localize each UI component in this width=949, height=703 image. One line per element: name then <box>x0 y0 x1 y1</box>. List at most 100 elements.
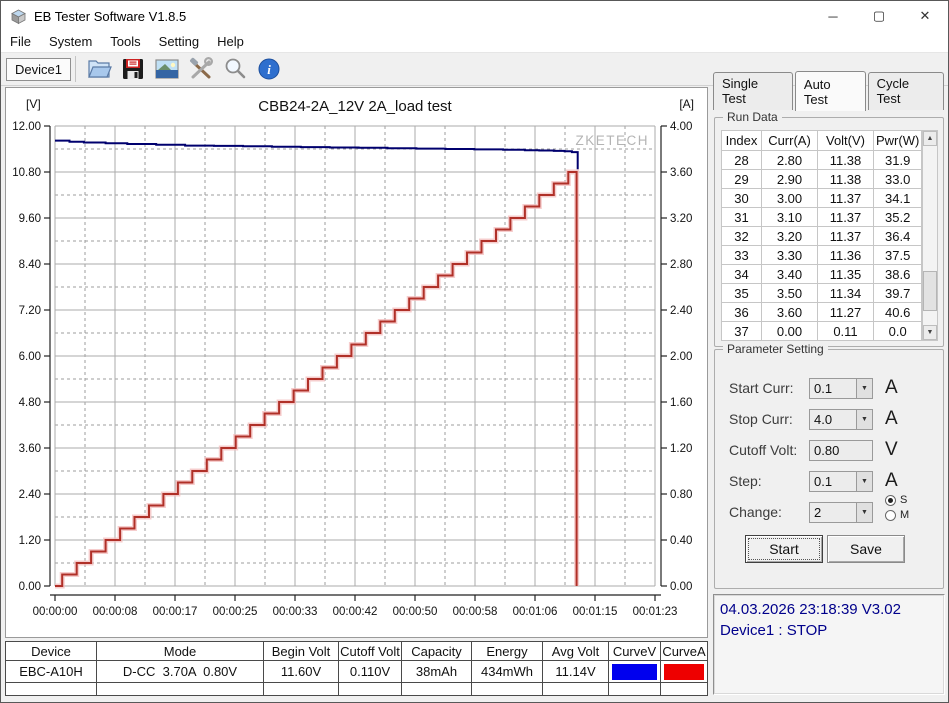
run-data-table: Index Curr(A) Volt(V) Pwr(W) 282.8011.38… <box>721 130 922 341</box>
run-data-scrollbar[interactable]: ▲ ▼ <box>922 130 938 341</box>
test-mode-tabs: Single Test Auto Test Cycle Test <box>713 88 946 110</box>
svg-text:3.20: 3.20 <box>670 213 692 225</box>
scroll-down-icon[interactable]: ▼ <box>923 325 937 340</box>
run-data-row[interactable]: 292.9011.3833.0 <box>722 170 922 189</box>
radio-seconds-label: S <box>900 494 907 506</box>
start-button[interactable]: Start <box>745 535 823 563</box>
minimize-button[interactable]: ─ <box>810 1 856 31</box>
tools-icon <box>188 56 214 82</box>
run-data-col-volt: Volt(V) <box>818 131 874 151</box>
parameter-group-title: Parameter Setting <box>723 342 828 356</box>
run-data-row[interactable]: 333.3011.3637.5 <box>722 246 922 265</box>
svg-text:2.40: 2.40 <box>19 489 41 501</box>
info-icon: i <box>257 57 281 81</box>
curve-color-swatch <box>612 664 657 680</box>
start-curr-label: Start Curr: <box>729 380 794 396</box>
svg-text:[V]: [V] <box>26 97 41 111</box>
step-unit: A <box>885 470 898 492</box>
zoom-button[interactable] <box>218 54 252 84</box>
svg-text:2.40: 2.40 <box>670 305 692 317</box>
chart-panel: 12.0010.809.608.407.206.004.803.602.401.… <box>5 87 708 638</box>
svg-text:6.00: 6.00 <box>19 351 41 363</box>
load-test-chart: 12.0010.809.608.407.206.004.803.602.401.… <box>6 88 707 637</box>
run-data-row[interactable]: 313.1011.3735.2 <box>722 208 922 227</box>
run-data-row[interactable]: 363.6011.2740.6 <box>722 303 922 322</box>
res-col-capacity: Capacity <box>402 642 472 661</box>
svg-text:i: i <box>267 62 271 77</box>
scroll-up-icon[interactable]: ▲ <box>923 131 937 146</box>
svg-text:7.20: 7.20 <box>19 305 41 317</box>
chevron-down-icon[interactable]: ▼ <box>856 503 872 522</box>
open-file-icon <box>86 56 112 82</box>
info-button[interactable]: i <box>252 54 286 84</box>
tools-button[interactable] <box>184 54 218 84</box>
start-curr-unit: A <box>885 377 898 399</box>
run-data-row[interactable]: 282.8011.3831.9 <box>722 151 922 170</box>
change-combo[interactable]: 2 ▼ <box>809 502 873 523</box>
res-col-cutoff-volt: Cutoff Volt <box>339 642 402 661</box>
export-image-button[interactable] <box>150 54 184 84</box>
menu-file[interactable]: File <box>1 31 40 52</box>
results-table: Device Mode Begin Volt Cutoff Volt Capac… <box>5 641 708 696</box>
run-data-row[interactable]: 343.4011.3538.6 <box>722 265 922 284</box>
step-combo[interactable]: 0.1 ▼ <box>809 471 873 492</box>
save-button[interactable] <box>116 54 150 84</box>
svg-text:00:00:33: 00:00:33 <box>273 606 318 618</box>
open-file-button[interactable] <box>82 54 116 84</box>
app-icon <box>10 8 27 25</box>
chevron-down-icon[interactable]: ▼ <box>856 410 872 429</box>
window-title: EB Tester Software V1.8.5 <box>34 9 186 24</box>
res-col-curve-a: CurveA <box>661 642 708 661</box>
run-data-row[interactable]: 370.000.110.0 <box>722 322 922 341</box>
stop-curr-value: 4.0 <box>810 412 856 427</box>
svg-text:0.40: 0.40 <box>670 535 692 547</box>
step-value: 0.1 <box>810 474 856 489</box>
tab-single-test[interactable]: Single Test <box>713 72 793 110</box>
res-col-avg-volt: Avg Volt <box>543 642 609 661</box>
svg-text:0.00: 0.00 <box>19 581 41 593</box>
run-data-col-index: Index <box>722 131 762 151</box>
svg-text:0.80: 0.80 <box>670 489 692 501</box>
svg-text:00:01:06: 00:01:06 <box>513 606 558 618</box>
svg-text:00:00:17: 00:00:17 <box>153 606 198 618</box>
right-panel: Single Test Auto Test Cycle Test Run Dat… <box>713 87 946 699</box>
device-tab[interactable]: Device1 <box>6 58 71 81</box>
svg-text:00:00:25: 00:00:25 <box>213 606 258 618</box>
tab-cycle-test[interactable]: Cycle Test <box>868 72 944 110</box>
zoom-icon <box>222 56 248 82</box>
run-data-row[interactable]: 323.2011.3736.4 <box>722 227 922 246</box>
start-curr-combo[interactable]: 0.1 ▼ <box>809 378 873 399</box>
cutoff-volt-value: 0.80 <box>814 443 839 458</box>
res-col-energy: Energy <box>472 642 543 661</box>
run-data-row[interactable]: 303.0011.3734.1 <box>722 189 922 208</box>
close-button[interactable]: ✕ <box>902 1 948 31</box>
export-image-icon <box>154 57 180 81</box>
stop-curr-combo[interactable]: 4.0 ▼ <box>809 409 873 430</box>
svg-text:00:01:15: 00:01:15 <box>573 606 618 618</box>
cutoff-volt-input[interactable]: 0.80 <box>809 440 873 461</box>
tab-auto-test[interactable]: Auto Test <box>795 71 866 111</box>
res-col-device: Device <box>6 642 97 661</box>
radio-minutes[interactable]: M <box>885 509 909 521</box>
svg-text:12.00: 12.00 <box>12 121 41 133</box>
run-data-group: Run Data Index Curr(A) Volt(V) Pwr(W) 28… <box>714 117 944 347</box>
cutoff-volt-unit: V <box>885 439 898 461</box>
maximize-button[interactable]: ▢ <box>856 1 902 31</box>
run-data-row[interactable]: 353.5011.3439.7 <box>722 284 922 303</box>
radio-seconds[interactable]: S <box>885 494 909 506</box>
chevron-down-icon[interactable]: ▼ <box>856 472 872 491</box>
res-col-begin-volt: Begin Volt <box>264 642 339 661</box>
svg-text:9.60: 9.60 <box>19 213 41 225</box>
svg-text:00:00:42: 00:00:42 <box>333 606 378 618</box>
svg-text:4.00: 4.00 <box>670 121 692 133</box>
titlebar: EB Tester Software V1.8.5 ─ ▢ ✕ <box>1 1 948 31</box>
menu-help[interactable]: Help <box>208 31 253 52</box>
chevron-down-icon[interactable]: ▼ <box>856 379 872 398</box>
menu-tools[interactable]: Tools <box>101 31 149 52</box>
menu-setting[interactable]: Setting <box>150 31 208 52</box>
scrollbar-thumb[interactable] <box>923 271 937 311</box>
save-button[interactable]: Save <box>827 535 905 563</box>
svg-text:00:00:50: 00:00:50 <box>393 606 438 618</box>
svg-text:10.80: 10.80 <box>12 167 41 179</box>
menu-system[interactable]: System <box>40 31 101 52</box>
